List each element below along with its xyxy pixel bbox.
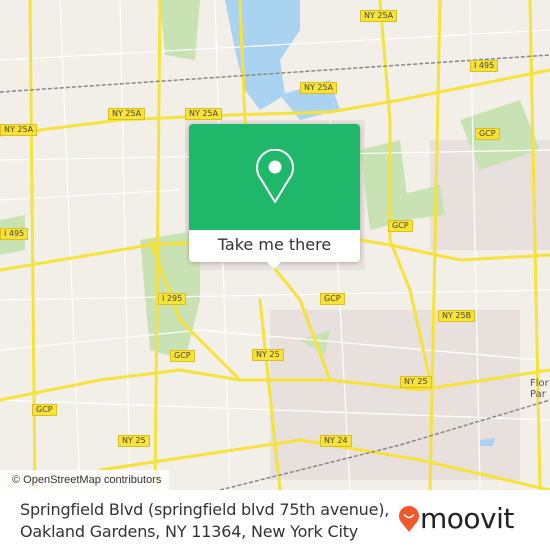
map-pin-icon	[255, 149, 294, 203]
road-shield: NY 25	[252, 349, 284, 361]
destination-popup: Take me there	[189, 124, 360, 269]
popup-header	[189, 124, 360, 230]
popup-pointer	[267, 262, 281, 269]
address-line-1: Springfield Blvd (springfield blvd 75th …	[20, 500, 390, 519]
moovit-logo: moovit	[398, 504, 514, 534]
road-shield: NY 25	[118, 435, 150, 447]
brand-name: moovit	[420, 502, 514, 535]
road-shield: I 495	[470, 60, 499, 72]
road-shield: NY 25B	[438, 310, 476, 322]
footer: Springfield Blvd (springfield blvd 75th …	[0, 490, 550, 550]
road-shield: NY 25A	[185, 108, 223, 120]
road-shield: GCP	[170, 350, 195, 362]
road-shield: NY 24	[320, 435, 352, 447]
road-shield: GCP	[32, 404, 57, 416]
road-shield: GCP	[475, 128, 500, 140]
road-shield: I 295	[158, 293, 187, 305]
address: Springfield Blvd (springfield blvd 75th …	[20, 499, 389, 543]
road-shield: NY 25	[400, 376, 432, 388]
road-shield: NY 25A	[108, 108, 146, 120]
take-me-there-button[interactable]: Take me there	[189, 230, 360, 262]
place-label: Flor Par	[530, 378, 549, 400]
road-shield: NY 25A	[300, 82, 338, 94]
road-shield: I 495	[0, 228, 29, 240]
road-shield: NY 25A	[360, 10, 398, 22]
road-shield: NY 25A	[0, 124, 38, 136]
address-line-2: Oakland Gardens, NY 11364, New York City	[20, 522, 359, 541]
road-shield: GCP	[320, 293, 345, 305]
map-attribution[interactable]: © OpenStreetMap contributors	[0, 470, 170, 490]
road-shield: GCP	[388, 220, 413, 232]
moovit-pin-icon	[399, 506, 419, 532]
